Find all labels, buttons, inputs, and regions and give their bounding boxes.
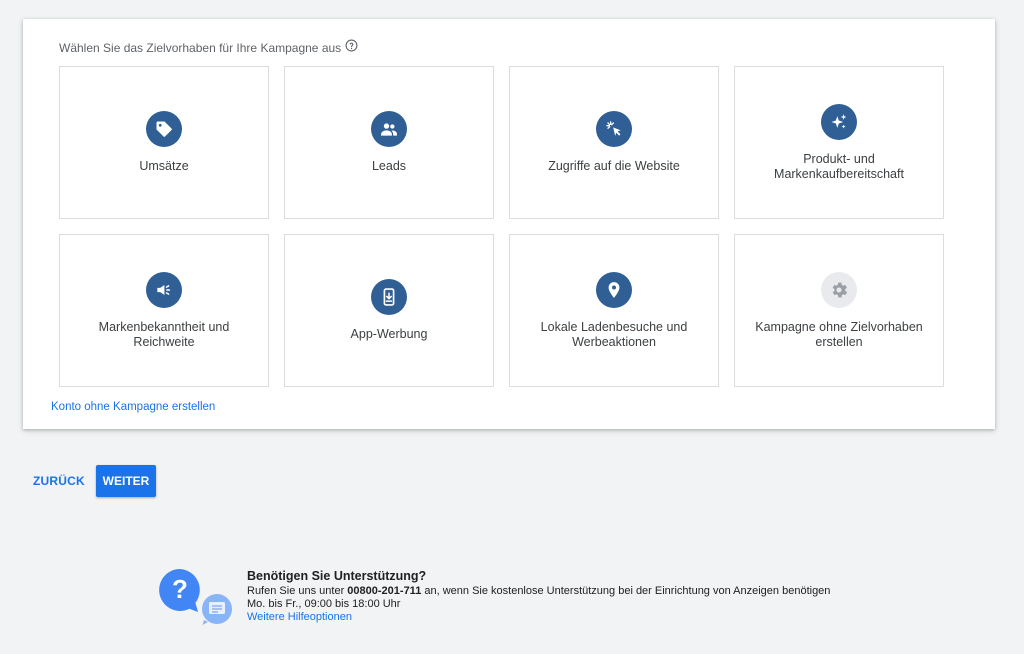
goal-label: Markenbekanntheit und Reichweite [98, 319, 230, 349]
back-button[interactable]: ZURÜCK [33, 474, 85, 488]
more-help-options-link[interactable]: Weitere Hilfeoptionen [247, 611, 830, 624]
goal-label: App-Werbung [350, 327, 428, 341]
create-account-without-campaign-link[interactable]: Konto ohne Kampagne erstellen [51, 401, 215, 413]
goal-tile-website-traffic[interactable]: Zugriffe auf die Website [509, 66, 719, 219]
goal-tile-app-promotion[interactable]: App-Werbung [284, 234, 494, 387]
sparkle-icon [821, 103, 857, 140]
goal-tile-consideration[interactable]: Produkt- und Markenkaufbereitschaft [734, 66, 944, 219]
goal-selection-card: Wählen Sie das Zielvorhaben für Ihre Kam… [23, 19, 995, 429]
help-icon[interactable] [345, 39, 358, 52]
support-call-suffix: an, wenn Sie kostenlose Unterstützung be… [421, 585, 831, 597]
cursor-click-icon [596, 111, 632, 147]
goal-tile-sales[interactable]: Umsätze [59, 66, 269, 219]
support-phone: 00800-201-711 [347, 585, 422, 597]
tag-icon [146, 111, 182, 147]
goal-grid: Umsätze Leads Zugriffe auf die Website P… [59, 66, 944, 387]
people-icon [371, 111, 407, 147]
support-call-line: Rufen Sie uns unter 00800-201-711 an, we… [247, 585, 830, 598]
goal-label: Kampagne ohne Zielvorhaben erstellen [755, 319, 923, 349]
goal-label: Produkt- und Markenkaufbereitschaft [774, 151, 904, 181]
goal-prompt: Wählen Sie das Zielvorhaben für Ihre Kam… [59, 39, 358, 55]
goal-label: Leads [371, 159, 407, 173]
goal-label: Umsätze [139, 159, 189, 173]
support-call-prefix: Rufen Sie uns unter [247, 585, 348, 597]
support-chat-icon: ? [158, 568, 234, 628]
goal-tile-local-visits[interactable]: Lokale Ladenbesuche und Werbeaktionen [509, 234, 719, 387]
goal-prompt-text: Wählen Sie das Zielvorhaben für Ihre Kam… [59, 41, 342, 55]
goal-tile-leads[interactable]: Leads [284, 66, 494, 219]
location-pin-icon [596, 271, 632, 308]
gear-icon [821, 271, 857, 308]
support-section: ? Benötigen Sie Unterstützung? Rufen Sie… [158, 568, 878, 628]
support-text: Benötigen Sie Unterstützung? Rufen Sie u… [247, 570, 830, 624]
next-button[interactable]: WEITER [96, 465, 156, 497]
goal-tile-no-goal[interactable]: Kampagne ohne Zielvorhaben erstellen [734, 234, 944, 387]
goal-label: Zugriffe auf die Website [548, 159, 680, 173]
goal-tile-awareness[interactable]: Markenbekanntheit und Reichweite [59, 234, 269, 387]
svg-text:?: ? [172, 574, 188, 604]
megaphone-icon [146, 271, 182, 308]
support-hours: Mo. bis Fr., 09:00 bis 18:00 Uhr [247, 598, 401, 610]
goal-label: Lokale Ladenbesuche und Werbeaktionen [540, 319, 688, 349]
support-title: Benötigen Sie Unterstützung? [247, 569, 427, 583]
phone-download-icon [371, 279, 407, 315]
